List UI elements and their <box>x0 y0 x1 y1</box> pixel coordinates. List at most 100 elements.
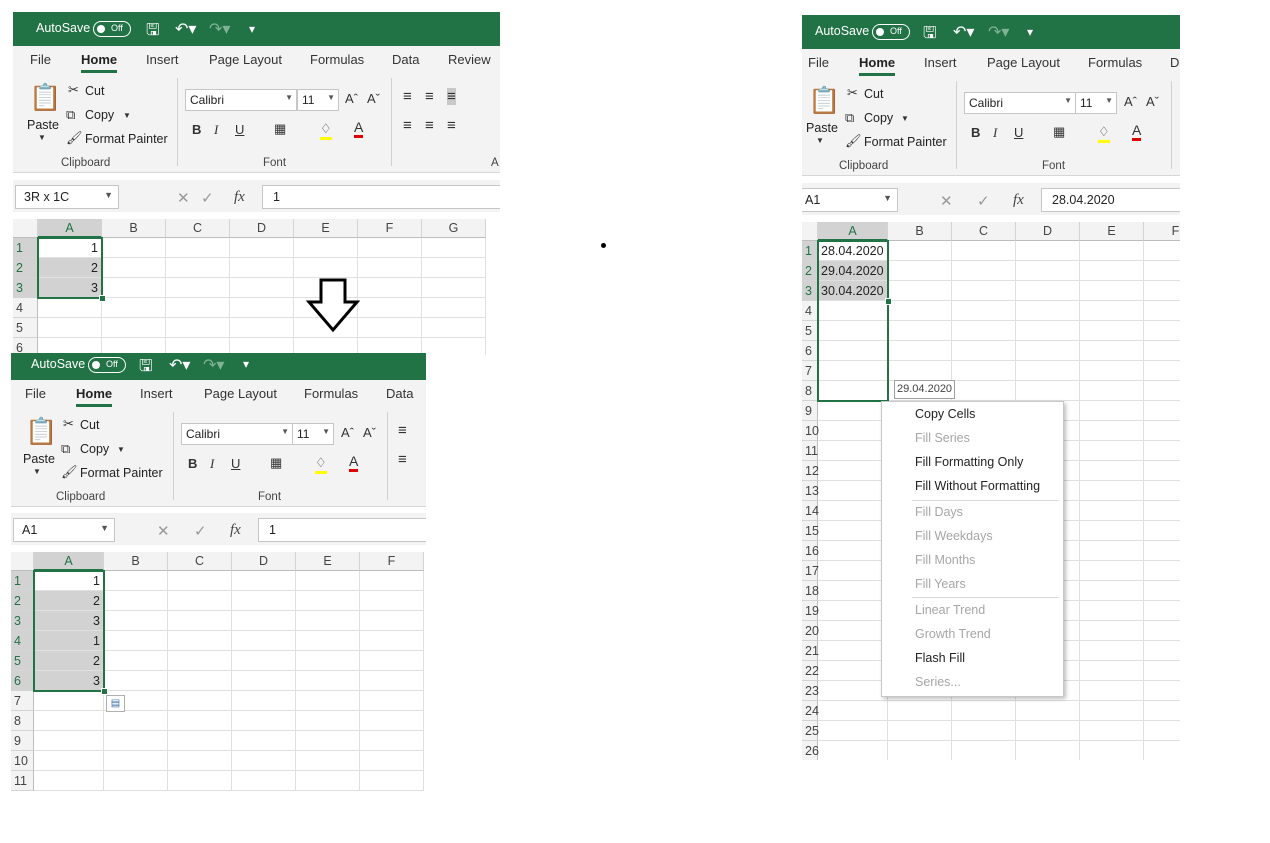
grid-cell[interactable] <box>1144 701 1180 721</box>
grid-cell[interactable] <box>818 481 888 501</box>
paste-button[interactable]: Paste <box>23 452 55 466</box>
grid-cell[interactable] <box>1080 521 1144 541</box>
grid-cell[interactable] <box>818 561 888 581</box>
column-header-d[interactable]: D <box>1016 222 1080 241</box>
menu-item-series[interactable]: Series... <box>915 675 961 689</box>
row-header-1[interactable]: 1 <box>13 238 38 258</box>
grid-cell[interactable] <box>34 751 104 771</box>
column-header-b[interactable]: B <box>888 222 952 241</box>
grid-cell[interactable] <box>232 631 296 651</box>
grid-cell[interactable] <box>104 631 168 651</box>
row-header-26[interactable]: 26 <box>802 741 819 760</box>
grid-cell[interactable] <box>422 318 486 338</box>
row-header-21[interactable]: 21 <box>802 641 819 661</box>
grid-cell[interactable] <box>818 721 888 741</box>
save-icon[interactable]: 🖫 <box>139 355 153 382</box>
grid-cell[interactable] <box>104 611 168 631</box>
grid-cell[interactable] <box>888 241 952 261</box>
grid-cell[interactable] <box>952 241 1016 261</box>
grid-cell[interactable] <box>818 661 888 681</box>
grid-cell[interactable] <box>102 258 166 278</box>
grid-cell[interactable] <box>232 711 296 731</box>
column-header-f[interactable]: F <box>1144 222 1180 241</box>
grid-cell[interactable] <box>168 611 232 631</box>
tab-data[interactable]: Data <box>386 386 413 401</box>
menu-item-fill-series[interactable]: Fill Series <box>915 431 970 445</box>
formula-input[interactable]: 28.04.2020 <box>1041 188 1180 212</box>
grid-cell[interactable] <box>168 671 232 691</box>
grid-cell[interactable] <box>1080 381 1144 401</box>
row-header-10[interactable]: 10 <box>11 751 34 771</box>
grid-cell[interactable] <box>358 298 422 318</box>
grid-cell[interactable] <box>1144 681 1180 701</box>
grid-cell[interactable] <box>1144 441 1180 461</box>
tab-formulas[interactable]: Formulas <box>310 52 364 67</box>
bold-button[interactable]: B <box>192 122 201 137</box>
increase-font-icon[interactable]: Aˆ <box>345 91 358 106</box>
row-header-23[interactable]: 23 <box>802 681 819 701</box>
cut-button[interactable]: Cut <box>80 418 99 432</box>
name-box[interactable]: A1 ▼ <box>13 518 115 542</box>
grid-cell[interactable] <box>1144 241 1180 261</box>
grid-cell[interactable] <box>102 278 166 298</box>
tab-file[interactable]: File <box>808 55 829 70</box>
grid-cell[interactable] <box>34 731 104 751</box>
row-header-7[interactable]: 7 <box>11 691 34 711</box>
row-header-2[interactable]: 2 <box>802 261 818 281</box>
grid-cell[interactable] <box>296 591 360 611</box>
row-header-11[interactable]: 11 <box>11 771 34 791</box>
row-header-15[interactable]: 15 <box>802 521 819 541</box>
grid-cell[interactable] <box>1016 241 1080 261</box>
grid-cell[interactable] <box>818 361 888 381</box>
grid-cell[interactable] <box>296 731 360 751</box>
align-top-icon[interactable]: ≡ <box>403 88 412 105</box>
fill-handle[interactable] <box>99 295 106 302</box>
grid-cell[interactable] <box>232 731 296 751</box>
tab-data[interactable]: Data <box>392 52 419 67</box>
grid-cell[interactable] <box>168 571 232 591</box>
grid-cell[interactable] <box>422 258 486 278</box>
align-center-icon[interactable]: ≡ <box>425 117 434 134</box>
cell-a2[interactable]: 2 <box>38 258 102 278</box>
grid-cell[interactable] <box>1144 721 1180 741</box>
font-size-combo[interactable]: 11 ▼ <box>292 423 334 445</box>
row-header-7[interactable]: 7 <box>802 361 818 381</box>
autosave-toggle[interactable]: Off <box>88 357 126 373</box>
grid-cell[interactable] <box>34 771 104 791</box>
grid-cell[interactable] <box>1144 501 1180 521</box>
row-header-24[interactable]: 24 <box>802 701 819 721</box>
row-header-5[interactable]: 5 <box>802 321 818 341</box>
font-name-combo[interactable]: Calibri ▼ <box>181 423 293 445</box>
tab-insert[interactable]: Insert <box>924 55 957 70</box>
grid-cell[interactable] <box>888 261 952 281</box>
grid-cell[interactable] <box>166 258 230 278</box>
grid-cell[interactable] <box>1144 461 1180 481</box>
grid-cell[interactable] <box>1080 241 1144 261</box>
column-header-e[interactable]: E <box>1080 222 1144 241</box>
row-header-9[interactable]: 9 <box>11 731 34 751</box>
grid-cell[interactable] <box>1144 361 1180 381</box>
grid-cell[interactable] <box>422 338 486 355</box>
select-all-corner[interactable] <box>802 222 818 241</box>
select-all-corner[interactable] <box>11 552 34 571</box>
grid-cell[interactable] <box>952 321 1016 341</box>
grid-cell[interactable] <box>166 318 230 338</box>
down-arrow-icon[interactable]: ▼ <box>38 133 46 142</box>
grid-cell[interactable] <box>818 321 888 341</box>
grid-cell[interactable] <box>1016 341 1080 361</box>
row-header-8[interactable]: 8 <box>802 381 818 401</box>
tab-home[interactable]: Home <box>81 52 118 73</box>
grid-cell[interactable] <box>358 318 422 338</box>
grid-cell[interactable] <box>360 711 424 731</box>
grid-cell[interactable] <box>1144 561 1180 581</box>
cut-button[interactable]: Cut <box>85 84 104 98</box>
grid-cell[interactable] <box>232 691 296 711</box>
italic-button[interactable]: I <box>993 125 997 141</box>
grid-cell[interactable] <box>1080 721 1144 741</box>
grid-cell[interactable] <box>296 651 360 671</box>
menu-item-fill-months[interactable]: Fill Months <box>915 553 975 567</box>
fill-color-icon[interactable]: ♢ <box>320 121 332 140</box>
row-header-25[interactable]: 25 <box>802 721 819 741</box>
grid-cell[interactable] <box>232 771 296 791</box>
formula-input[interactable]: 1 <box>262 185 500 209</box>
